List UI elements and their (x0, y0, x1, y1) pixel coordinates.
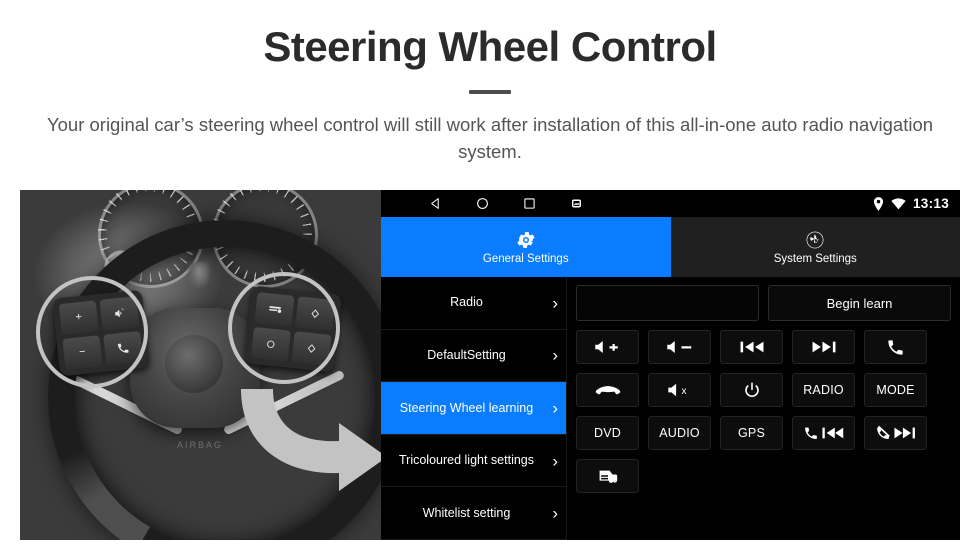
radio-button[interactable]: RADIO (792, 373, 855, 407)
dvd-button[interactable]: DVD (576, 416, 639, 450)
answer-call-button[interactable] (864, 330, 927, 364)
settings-menu-list: Radio › DefaultSetting › Steering Wheel … (381, 277, 567, 540)
highlight-ring-left (36, 276, 148, 388)
settings-body: Radio › DefaultSetting › Steering Wheel … (381, 277, 960, 540)
power-icon (744, 382, 759, 398)
begin-learn-button[interactable]: Begin learn (768, 285, 951, 321)
button-row-3: DVD AUDIO GPS (576, 416, 951, 450)
android-status-bar: 13:13 (381, 190, 960, 217)
button-row-2: x RADIO MODE (576, 373, 951, 407)
phone-prev-icon (804, 427, 843, 439)
pointer-arrow (235, 383, 381, 495)
phone-icon (888, 339, 903, 355)
previous-track-button[interactable] (720, 330, 783, 364)
volume-down-button[interactable] (648, 330, 711, 364)
call-previous-button[interactable] (792, 416, 855, 450)
menu-item-label: Radio (450, 295, 483, 310)
chevron-right-icon: › (552, 398, 558, 418)
audio-button[interactable]: AUDIO (648, 416, 711, 450)
audio-button-label: AUDIO (659, 426, 700, 440)
menu-item-tricoloured-light-settings[interactable]: Tricoloured light settings › (381, 434, 567, 488)
prev-track-icon (740, 341, 763, 353)
menu-item-steering-wheel-learning[interactable]: Steering Wheel learning › (381, 382, 567, 435)
aperture-logo-icon (806, 231, 824, 249)
mute-button[interactable]: x (648, 373, 711, 407)
chevron-right-icon: › (552, 293, 558, 313)
page-title: Steering Wheel Control (263, 23, 717, 70)
menu-item-radio[interactable]: Radio › (381, 277, 567, 330)
mode-button[interactable]: MODE (864, 373, 927, 407)
tab-system-settings-label: System Settings (773, 252, 857, 265)
next-track-icon (812, 341, 835, 353)
gps-button-label: GPS (738, 426, 765, 440)
next-track-button[interactable] (792, 330, 855, 364)
gear-icon (517, 231, 535, 248)
gps-button[interactable]: GPS (720, 416, 783, 450)
status-bar-clock: 13:13 (912, 196, 949, 211)
tab-general-settings-label: General Settings (482, 252, 569, 265)
page-header: Steering Wheel Control Your original car… (0, 0, 980, 166)
content-strip: AIRBAG + − 13:13 General Settings System… (20, 190, 960, 540)
svg-text:x: x (681, 386, 686, 397)
menu-item-label: Whitelist setting (422, 505, 511, 520)
learn-row: Begin learn (576, 285, 951, 321)
chevron-right-icon: › (552, 451, 558, 471)
radio-button-label: RADIO (803, 383, 844, 397)
page-subtitle: Your original car’s steering wheel contr… (46, 114, 934, 162)
tab-general-settings[interactable]: General Settings (381, 217, 671, 277)
head-unit-screen: 13:13 General Settings System Settings R… (381, 190, 960, 540)
title-divider (469, 90, 511, 95)
speaker-minus-icon (666, 341, 691, 353)
hang-up-button[interactable] (576, 373, 639, 407)
steering-wheel-photo: AIRBAG + − (20, 190, 381, 540)
home-icon[interactable] (476, 197, 489, 210)
steering-wheel-learning-panel: Begin learn x RADIO MODE DVD AUDIO GPS (567, 277, 960, 540)
menu-item-label: DefaultSetting (427, 348, 506, 363)
chevron-right-icon: › (552, 503, 558, 523)
power-button[interactable] (720, 373, 783, 407)
menu-item-whitelist-setting[interactable]: Whitelist setting › (381, 487, 567, 540)
speaker-mute-icon: x (667, 383, 686, 397)
dvd-button-label: DVD (594, 426, 621, 440)
phone-hangup-icon (595, 386, 620, 395)
android-nav-buttons[interactable] (429, 197, 583, 210)
back-icon[interactable] (429, 197, 442, 210)
wifi-icon (891, 197, 906, 209)
hangup-next-button[interactable] (864, 416, 927, 450)
location-icon (873, 196, 884, 211)
menu-item-default-setting[interactable]: DefaultSetting › (381, 329, 567, 383)
tab-system-settings[interactable]: System Settings (670, 217, 960, 277)
status-bar-right: 13:13 (873, 190, 949, 217)
car-info-button[interactable] (576, 459, 639, 493)
menu-item-label: Steering Wheel learning (399, 400, 534, 415)
menu-item-label: Tricoloured light settings (398, 453, 535, 468)
mode-button-label: MODE (876, 383, 915, 397)
button-row-4 (576, 459, 951, 493)
screenshot-icon[interactable] (570, 197, 583, 210)
chevron-right-icon: › (552, 345, 558, 365)
highlight-ring-right (228, 272, 340, 384)
settings-tabs: General Settings System Settings (381, 217, 960, 277)
volume-up-button[interactable] (576, 330, 639, 364)
learn-input-field[interactable] (576, 285, 759, 321)
recents-icon[interactable] (523, 197, 536, 210)
car-front-icon (599, 470, 617, 483)
phone-off-next-icon (876, 425, 915, 439)
speaker-plus-icon (594, 341, 618, 353)
button-row-1 (576, 330, 951, 364)
